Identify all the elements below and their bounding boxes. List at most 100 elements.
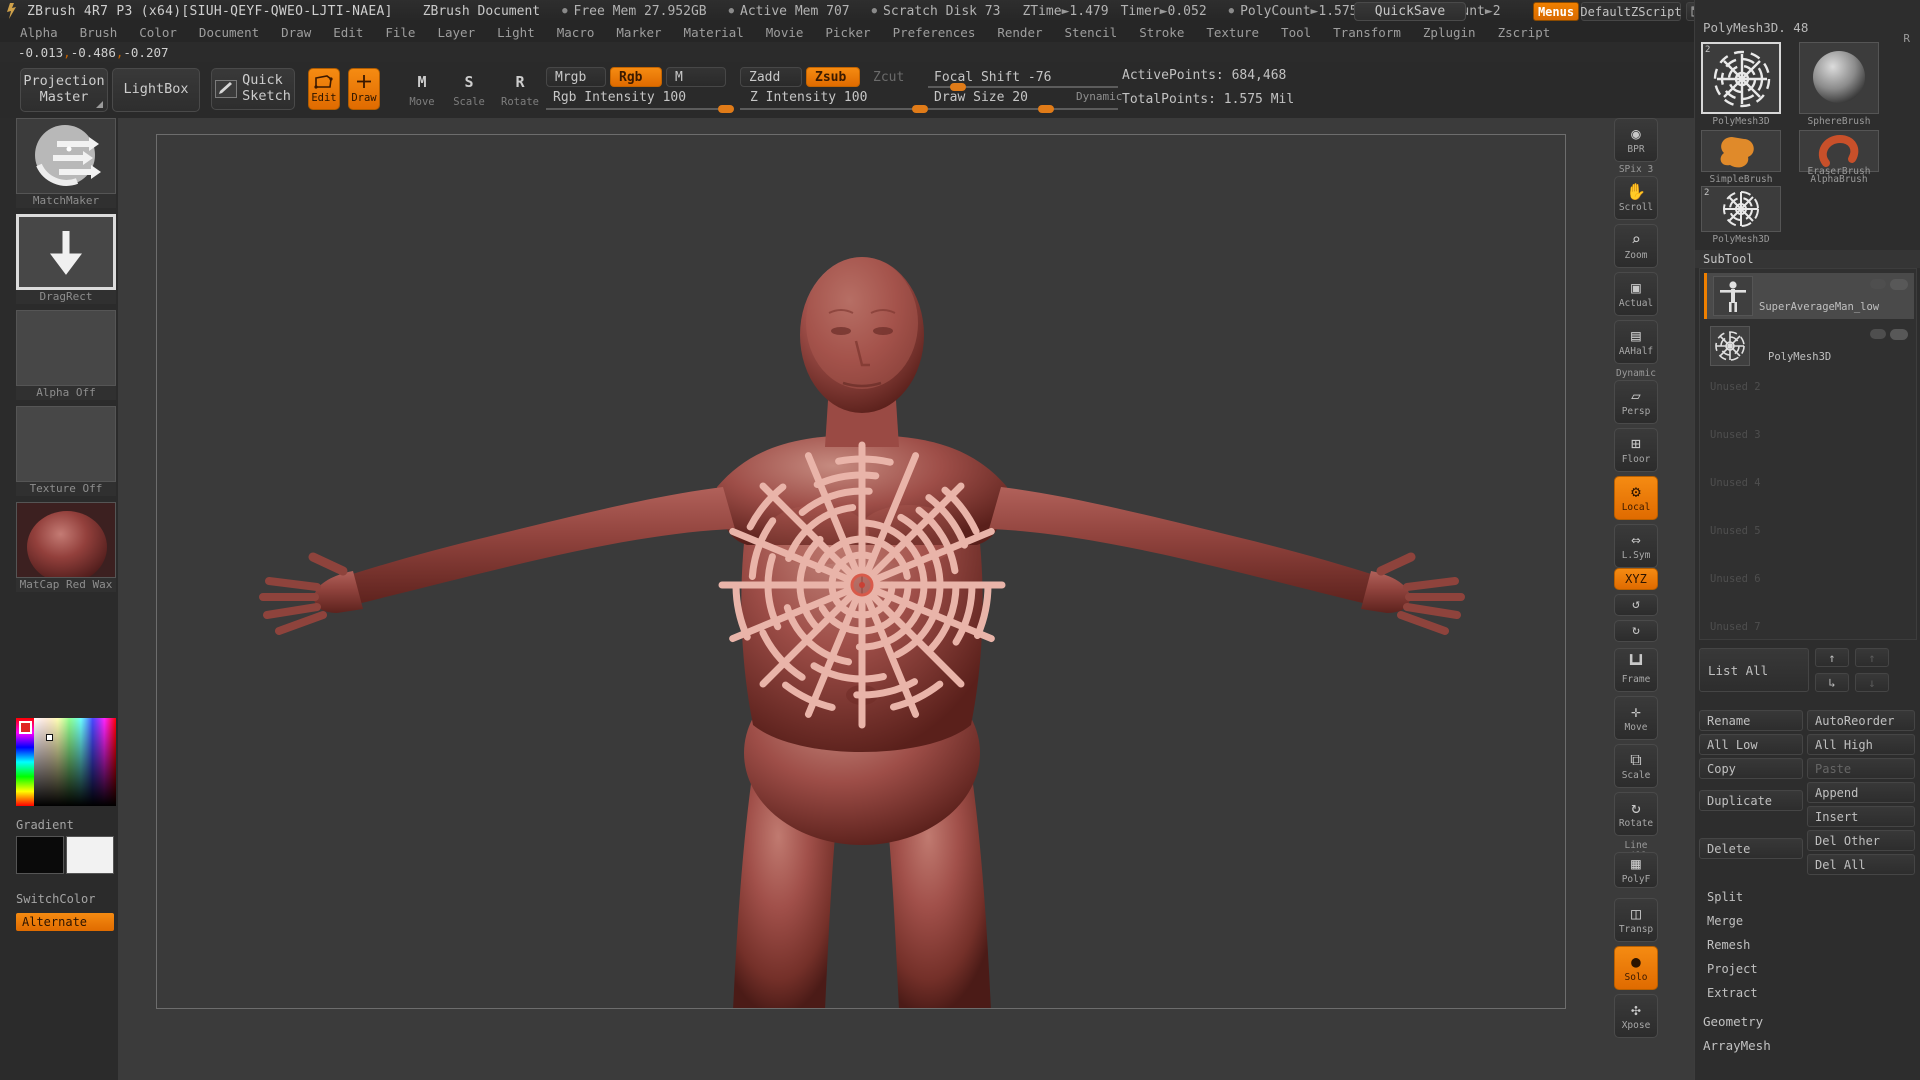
menu-item-draw[interactable]: Draw xyxy=(271,22,321,43)
rotate-button[interactable]: R Rotate xyxy=(501,68,539,110)
menu-item-light[interactable]: Light xyxy=(487,22,545,43)
draw-size-track[interactable] xyxy=(928,108,1118,110)
menu-item-preferences[interactable]: Preferences xyxy=(883,22,986,43)
duplicate-button[interactable]: Duplicate xyxy=(1699,790,1803,811)
xpose-button[interactable]: ✣ Xpose xyxy=(1614,994,1658,1038)
polymesh3d-visibility-toggle[interactable] xyxy=(1870,329,1886,339)
menu-item-file[interactable]: File xyxy=(375,22,425,43)
floor-button[interactable]: ⊞ Floor xyxy=(1614,428,1658,472)
z-intensity-knob[interactable] xyxy=(912,105,928,113)
all-high-button[interactable]: All High xyxy=(1807,734,1915,755)
scroll-button[interactable]: ✋ Scroll xyxy=(1614,176,1658,220)
viewport-canvas[interactable] xyxy=(156,134,1566,1009)
tool-polymesh3d-b[interactable]: 2 PolyMesh3D xyxy=(1701,186,1781,245)
color-picker[interactable] xyxy=(16,718,116,806)
menu-item-color[interactable]: Color xyxy=(129,22,187,43)
solo-button[interactable]: ● Solo xyxy=(1614,946,1658,990)
draw-button[interactable]: Draw xyxy=(348,68,380,110)
mrgb-button[interactable]: Mrgb xyxy=(546,67,606,87)
move-down-alt-button[interactable]: ↓ xyxy=(1855,673,1889,692)
move-button[interactable]: M Move xyxy=(405,68,439,110)
spix-readout[interactable]: SPix 3 xyxy=(1614,164,1658,175)
rgb-intensity-track[interactable] xyxy=(546,108,726,110)
persp-button[interactable]: ▱ Persp xyxy=(1614,380,1658,424)
insert-button[interactable]: Insert xyxy=(1807,806,1915,827)
switch-color-label[interactable]: SwitchColor xyxy=(16,892,95,906)
tool-simplebrush[interactable]: SimpleBrush xyxy=(1701,130,1781,185)
current-color-swatch[interactable] xyxy=(19,721,32,734)
menu-item-stencil[interactable]: Stencil xyxy=(1055,22,1128,43)
zsub-button[interactable]: Zsub xyxy=(806,67,860,87)
actual-button[interactable]: ▣ Actual xyxy=(1614,272,1658,316)
subtool-empty-7[interactable]: Unused 7 xyxy=(1710,621,1761,633)
subtool-empty-2[interactable]: Unused 2 xyxy=(1710,381,1761,393)
subtool-empty-6[interactable]: Unused 6 xyxy=(1710,573,1761,585)
geometry-section-header[interactable]: Geometry xyxy=(1703,1014,1763,1029)
polyf-button[interactable]: ▦ PolyF xyxy=(1614,852,1658,888)
subtool-empty-4[interactable]: Unused 4 xyxy=(1710,477,1761,489)
polymesh3d-eye-toggle[interactable] xyxy=(1890,329,1908,340)
del-other-button[interactable]: Del Other xyxy=(1807,830,1915,851)
aahalf-button[interactable]: ▤ AAHalf xyxy=(1614,320,1658,364)
z-intensity-track[interactable] xyxy=(740,108,920,110)
subtool-row-polymesh3d[interactable]: PolyMesh3D xyxy=(1704,323,1914,369)
tool-eraserbrush[interactable]: EraserBrush xyxy=(1799,166,1879,177)
zadd-button[interactable]: Zadd xyxy=(740,67,802,87)
menu-item-transform[interactable]: Transform xyxy=(1323,22,1411,43)
menu-item-texture[interactable]: Texture xyxy=(1196,22,1269,43)
scale-gizmo-button[interactable]: ⧉ Scale xyxy=(1614,744,1658,788)
del-all-button[interactable]: Del All xyxy=(1807,854,1915,875)
palette-item-dragrect[interactable]: DragRect xyxy=(16,214,116,304)
arraymesh-section-header[interactable]: ArrayMesh xyxy=(1703,1038,1771,1053)
m-button[interactable]: M xyxy=(666,67,726,87)
menu-item-alpha[interactable]: Alpha xyxy=(10,22,68,43)
list-all-button[interactable]: List All xyxy=(1699,648,1809,692)
rename-button[interactable]: Rename xyxy=(1699,710,1803,731)
menu-item-brush[interactable]: Brush xyxy=(70,22,128,43)
project-button[interactable]: Project xyxy=(1699,958,1915,979)
menu-item-zplugin[interactable]: Zplugin xyxy=(1413,22,1486,43)
edit-button[interactable]: Edit xyxy=(308,68,340,110)
remesh-button[interactable]: Remesh xyxy=(1699,934,1915,955)
menu-item-zscript[interactable]: Zscript xyxy=(1488,22,1561,43)
rgb-intensity-knob[interactable] xyxy=(718,105,734,113)
rotate-axis2-button[interactable]: ↻ xyxy=(1614,620,1658,642)
menu-item-stroke[interactable]: Stroke xyxy=(1129,22,1194,43)
superaverageman-eye-toggle[interactable] xyxy=(1890,279,1908,290)
subtool-empty-5[interactable]: Unused 5 xyxy=(1710,525,1761,537)
projection-master-button[interactable]: Projection Master xyxy=(20,68,108,112)
lightbox-button[interactable]: LightBox xyxy=(112,68,200,112)
menu-item-movie[interactable]: Movie xyxy=(756,22,814,43)
autoreorder-button[interactable]: AutoReorder xyxy=(1807,710,1915,731)
menu-item-picker[interactable]: Picker xyxy=(815,22,880,43)
palette-item-texture[interactable]: Texture Off xyxy=(16,406,116,496)
paste-button[interactable]: Paste xyxy=(1807,758,1915,779)
palette-item-material[interactable]: MatCap Red Wax xyxy=(16,502,116,592)
menu-item-render[interactable]: Render xyxy=(987,22,1052,43)
extract-button[interactable]: Extract xyxy=(1699,982,1915,1003)
menu-item-document[interactable]: Document xyxy=(189,22,269,43)
gradient-white-swatch[interactable] xyxy=(66,836,114,874)
local-button[interactable]: ⚙ Local xyxy=(1614,476,1658,520)
tool-polymesh3d-a[interactable]: 2 PolyMesh3D xyxy=(1701,42,1781,127)
draw-size-knob[interactable] xyxy=(1038,105,1054,113)
bpr-button[interactable]: ◉ BPR xyxy=(1614,118,1658,162)
all-low-button[interactable]: All Low xyxy=(1699,734,1803,755)
superaverageman-visibility-toggle[interactable] xyxy=(1870,279,1886,289)
frame-button[interactable]: ┗┛ Frame xyxy=(1614,648,1658,692)
default-zscript-button[interactable]: DefaultZScript xyxy=(1580,2,1682,21)
subtool-list[interactable]: SuperAverageMan_low PolyMesh3D Unused 2 xyxy=(1699,268,1917,640)
menu-item-marker[interactable]: Marker xyxy=(606,22,671,43)
move-down-button[interactable]: ↳ xyxy=(1815,673,1849,692)
rotate-gizmo-button[interactable]: ↻ Rotate xyxy=(1614,792,1658,836)
alternate-button[interactable]: Alternate xyxy=(16,913,114,931)
scale-button[interactable]: S Scale xyxy=(452,68,486,110)
merge-button[interactable]: Merge xyxy=(1699,910,1915,931)
tool-spherebrush[interactable]: SphereBrush xyxy=(1799,42,1879,127)
menu-item-edit[interactable]: Edit xyxy=(323,22,373,43)
menus-button[interactable]: Menus xyxy=(1533,2,1579,21)
menu-item-layer[interactable]: Layer xyxy=(427,22,485,43)
rotate-axis-button[interactable]: ↺ xyxy=(1614,594,1658,616)
transp-button[interactable]: ◫ Transp xyxy=(1614,898,1658,942)
xyz-button[interactable]: XYZ xyxy=(1614,568,1658,590)
